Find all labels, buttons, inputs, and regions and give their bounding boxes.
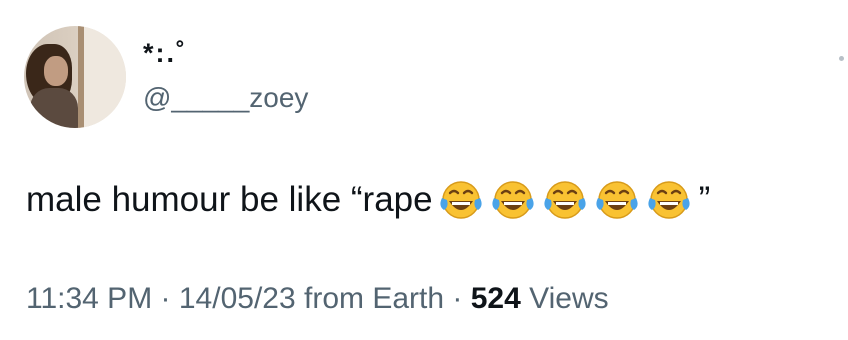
avatar-face [44,56,68,86]
face-with-tears-of-joy-icon [437,178,485,222]
user-handle[interactable]: @_____zoey [143,82,308,114]
avatar-door-frame [78,26,84,128]
face-with-tears-of-joy-icon [489,178,537,222]
tweet: *:.˚ @_____zoey male humour be like “rap… [0,0,848,340]
tweet-source: from Earth [304,282,445,315]
separator: · [160,282,171,315]
tweet-time[interactable]: 11:34 PM [26,282,152,315]
avatar-body [30,88,78,128]
face-with-tears-of-joy-icon [645,178,693,222]
tweet-text-body: male humour be like “rape [26,180,433,219]
views-label[interactable]: Views [529,282,608,315]
separator: · [452,282,463,315]
face-with-tears-of-joy-icon [593,178,641,222]
closing-quote: ” [698,180,711,219]
views-count[interactable]: 524 [471,282,521,315]
display-name[interactable]: *:.˚ [143,38,187,69]
tweet-date[interactable]: 14/05/23 [179,282,296,315]
avatar-door [82,26,126,128]
face-with-tears-of-joy-icon [541,178,589,222]
emoji-row [433,178,693,222]
more-options-icon[interactable] [839,56,844,61]
tweet-text: male humour be like “rape ” [26,178,710,222]
tweet-metadata: 11:34 PM · 14/05/23 from Earth · 524 Vie… [26,282,609,316]
avatar[interactable] [24,26,126,128]
